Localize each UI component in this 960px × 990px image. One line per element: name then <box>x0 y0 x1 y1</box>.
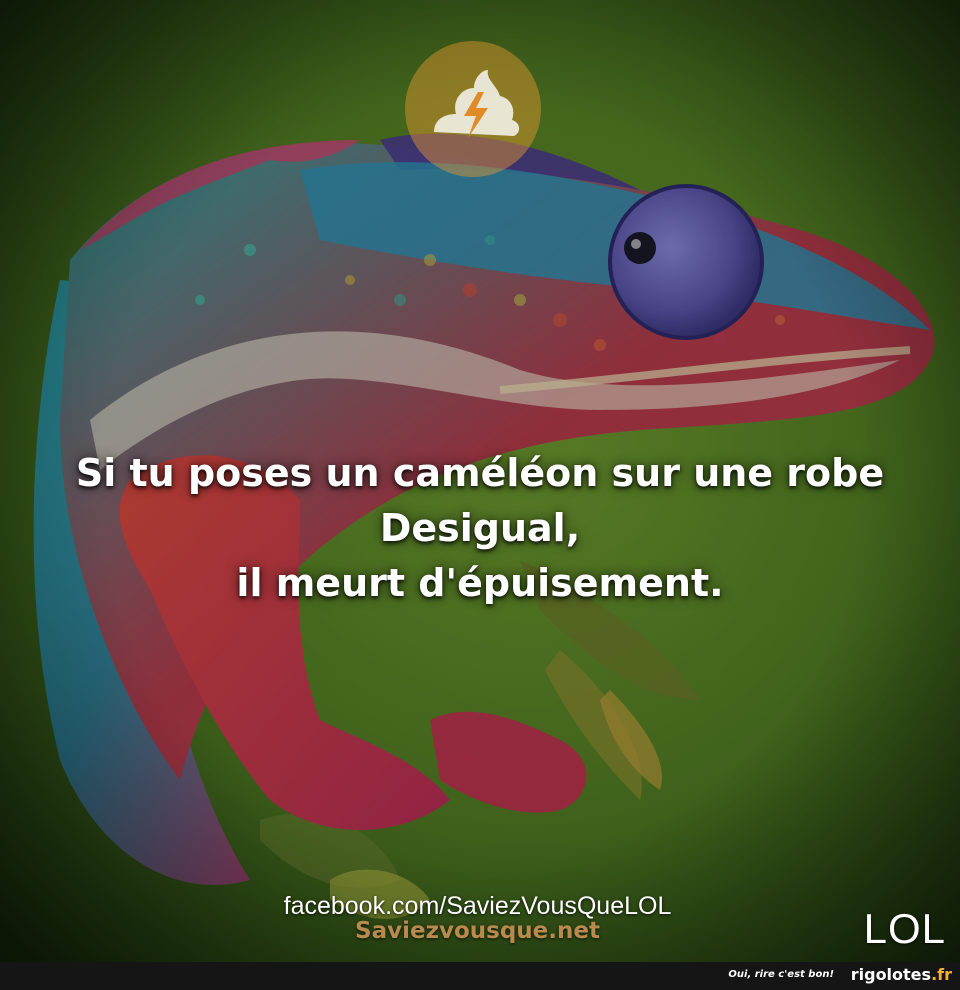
site-watermark: Saviezvousque.net <box>355 918 600 944</box>
footer-bar: Oui, rire c'est bon! rigolotes.fr <box>0 962 960 990</box>
brand-name: rigolotes <box>850 965 932 984</box>
lol-watermark: LOL <box>863 905 946 952</box>
meme-caption: Si tu poses un caméléon sur une robe Des… <box>20 446 940 611</box>
meme-image: Si tu poses un caméléon sur une robe Des… <box>0 0 960 990</box>
footer-brand: rigolotes.fr <box>851 965 952 984</box>
brand-tld: .fr <box>931 965 952 984</box>
facebook-watermark: facebook.com/SaviezVousQueLOL <box>283 892 672 920</box>
caption-line-1: Si tu poses un caméléon sur une robe <box>75 451 885 495</box>
lightning-swirl-icon <box>404 40 542 178</box>
caption-line-3: il meurt d'épuisement. <box>236 561 724 605</box>
footer-tagline: Oui, rire c'est bon! <box>728 969 834 980</box>
caption-line-2: Desigual, <box>379 506 581 550</box>
